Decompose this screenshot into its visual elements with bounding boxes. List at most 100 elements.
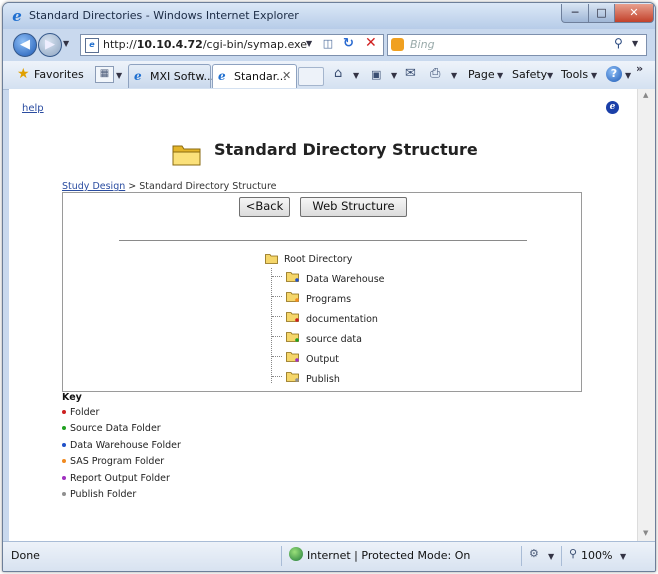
tree-connector — [271, 268, 272, 383]
command-bar: ★ Favorites ▦ ▼ e MXI Softw... e Standar… — [3, 61, 655, 90]
compat-view-icon[interactable]: ◫ — [321, 37, 335, 51]
safety-menu[interactable]: Safety — [512, 68, 547, 81]
tools-menu-dropdown-icon[interactable]: ▼ — [591, 71, 597, 80]
divider — [119, 240, 527, 241]
tab-label: Standar... — [234, 70, 287, 83]
home-icon[interactable]: ⌂ — [334, 66, 342, 81]
divider — [561, 546, 562, 566]
feeds-dropdown-icon[interactable]: ▼ — [391, 71, 397, 80]
help-icon[interactable]: ? — [606, 66, 622, 82]
close-button[interactable]: ✕ — [614, 4, 654, 23]
status-bar: Done Internet | Protected Mode: On ⚙ ▼ ⚲… — [3, 541, 655, 571]
home-dropdown-icon[interactable]: ▼ — [353, 71, 359, 80]
gray-dot-icon — [62, 491, 66, 496]
tree-connector — [272, 336, 282, 337]
browser-window: e Standard Directories - Windows Interne… — [2, 2, 656, 572]
print-dropdown-icon[interactable]: ▼ — [451, 71, 457, 80]
tree-item-root-directory[interactable]: Root Directory — [284, 254, 352, 265]
tree-connector — [272, 356, 282, 357]
web-structure-button[interactable]: Web Structure — [300, 197, 407, 217]
close-tab-icon[interactable]: ✕ — [282, 69, 291, 82]
scroll-up-icon[interactable]: ▲ — [643, 91, 648, 99]
address-dropdown-icon[interactable]: ▼ — [306, 39, 312, 48]
search-box[interactable]: Bing ⚲ ▼ — [387, 34, 647, 56]
page-icon: e — [85, 38, 99, 53]
key-item-report-output-folder: Report Output Folder — [62, 473, 170, 484]
folder-icon[interactable] — [286, 291, 299, 302]
tree-connector — [272, 376, 282, 377]
ie-logo-icon: e — [606, 101, 619, 114]
tree-connector — [272, 316, 282, 317]
key-item-publish-folder: Publish Folder — [62, 489, 136, 500]
ie-icon: e — [218, 69, 226, 83]
folder-icon[interactable] — [265, 253, 278, 264]
recent-pages-dropdown-icon[interactable]: ▼ — [63, 39, 69, 48]
favorites-star-icon[interactable]: ★ — [17, 66, 30, 82]
title-bar: e Standard Directories - Windows Interne… — [3, 3, 655, 29]
back-button[interactable]: <Back — [239, 197, 290, 217]
folder-icon[interactable] — [286, 271, 299, 282]
help-dropdown-icon[interactable]: ▼ — [625, 71, 631, 80]
new-tab-icon[interactable] — [298, 67, 324, 86]
tree-item-data-warehouse[interactable]: Data Warehouse — [306, 274, 385, 285]
search-dropdown-icon[interactable]: ▼ — [632, 39, 638, 48]
page-menu[interactable]: Page — [468, 68, 495, 81]
tab-list-dropdown-icon[interactable]: ▼ — [116, 71, 122, 80]
vertical-scrollbar[interactable]: ▲ ▼ — [637, 89, 655, 541]
tree-item-publish[interactable]: Publish — [306, 374, 340, 385]
print-icon[interactable]: ⎙ — [430, 66, 440, 81]
page-title: Standard Directory Structure — [214, 140, 478, 159]
key-item-data-warehouse-folder: Data Warehouse Folder — [62, 440, 181, 451]
status-text: Done — [11, 549, 40, 562]
tree-item-output[interactable]: Output — [306, 354, 339, 365]
zoom-dropdown-icon[interactable]: ▼ — [620, 552, 626, 561]
key-item-sas-program-folder: SAS Program Folder — [62, 456, 164, 467]
ie-icon: e — [12, 7, 22, 25]
forward-arrow-icon[interactable]: ▶ — [38, 33, 62, 57]
mail-icon[interactable]: ✉ — [405, 66, 416, 81]
zoom-icon[interactable]: ⚲ — [569, 547, 577, 560]
tab-mxi-software[interactable]: e MXI Softw... — [128, 64, 214, 88]
refresh-icon[interactable]: ↻ — [343, 36, 354, 51]
safety-menu-dropdown-icon[interactable]: ▼ — [547, 71, 553, 80]
tab-standard-directories[interactable]: e Standar... ✕ — [212, 64, 297, 88]
help-link[interactable]: help — [22, 103, 44, 114]
zoom-level[interactable]: 100% — [581, 549, 612, 562]
tools-menu[interactable]: Tools — [561, 68, 588, 81]
tree-item-programs[interactable]: Programs — [306, 294, 351, 305]
favorites-button[interactable]: Favorites — [34, 68, 84, 81]
page-menu-dropdown-icon[interactable]: ▼ — [497, 71, 503, 80]
tree-connector — [272, 276, 282, 277]
stop-icon[interactable]: ✕ — [365, 35, 377, 51]
breadcrumb-link-study-design[interactable]: Study Design — [62, 181, 125, 192]
manage-addons-icon[interactable]: ⚙ — [529, 547, 539, 560]
maximize-button[interactable]: □ — [588, 4, 615, 23]
tree-connector — [272, 296, 282, 297]
search-icon[interactable]: ⚲ — [614, 36, 623, 50]
tree-item-documentation[interactable]: documentation — [306, 314, 378, 325]
red-dot-icon — [62, 409, 66, 414]
tab-label: MXI Softw... — [150, 70, 214, 83]
scroll-down-icon[interactable]: ▼ — [643, 529, 648, 537]
folder-icon[interactable] — [286, 311, 299, 322]
directory-tree: Root Directory Data Warehouse Programs d… — [260, 250, 440, 390]
folder-icon[interactable] — [286, 371, 299, 382]
tree-item-source-data[interactable]: source data — [306, 334, 362, 345]
breadcrumb-current: Standard Directory Structure — [139, 181, 277, 192]
folder-icon[interactable] — [286, 351, 299, 362]
security-zone-text[interactable]: Internet | Protected Mode: On — [307, 549, 470, 562]
key-title: Key — [62, 392, 82, 403]
green-dot-icon — [62, 425, 66, 430]
folder-icon[interactable] — [286, 331, 299, 342]
feeds-icon[interactable]: ▣ — [371, 68, 381, 81]
address-bar[interactable]: e http://10.10.4.72/cgi-bin/symap.exe ▼ … — [80, 34, 384, 56]
url-text[interactable]: http://10.10.4.72/cgi-bin/symap.exe — [103, 38, 307, 51]
minimize-button[interactable]: ─ — [561, 4, 589, 23]
tab-grid-icon[interactable]: ▦ — [95, 66, 114, 83]
back-arrow-icon[interactable]: ◀ — [13, 33, 37, 57]
addons-dropdown-icon[interactable]: ▼ — [548, 552, 554, 561]
divider — [281, 546, 282, 566]
more-chevron-icon[interactable]: » — [636, 62, 643, 75]
blue-dot-icon — [62, 442, 66, 447]
directory-panel: <Back Web Structure Root Directory Data … — [62, 192, 582, 392]
